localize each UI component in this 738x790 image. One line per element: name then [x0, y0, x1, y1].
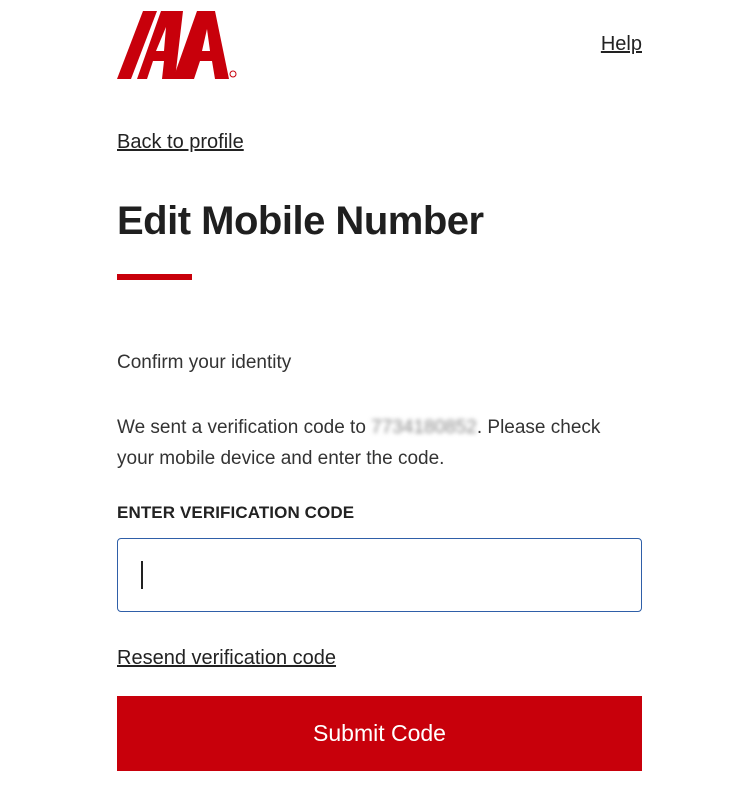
message-prefix: We sent a verification code to: [117, 417, 372, 438]
resend-code-link[interactable]: Resend verification code: [117, 647, 336, 670]
help-link[interactable]: Help: [601, 33, 642, 56]
submit-code-button[interactable]: Submit Code: [117, 696, 642, 771]
top-bar: Help: [117, 0, 642, 90]
text-caret: [141, 561, 143, 589]
verification-code-label: ENTER VERIFICATION CODE: [117, 503, 355, 522]
iaa-logo[interactable]: [117, 9, 237, 81]
phone-number-redacted: 7734180852: [371, 417, 477, 438]
verification-message: We sent a verification code to 773418085…: [117, 412, 617, 474]
title-accent-bar: [117, 274, 192, 280]
confirm-identity-text: Confirm your identity: [117, 352, 292, 373]
page-container: Help Back to profile Edit Mobile Number …: [117, 0, 642, 771]
page-title: Edit Mobile Number: [117, 199, 484, 243]
back-to-profile-link[interactable]: Back to profile: [117, 131, 244, 154]
verification-code-input[interactable]: [117, 538, 642, 612]
